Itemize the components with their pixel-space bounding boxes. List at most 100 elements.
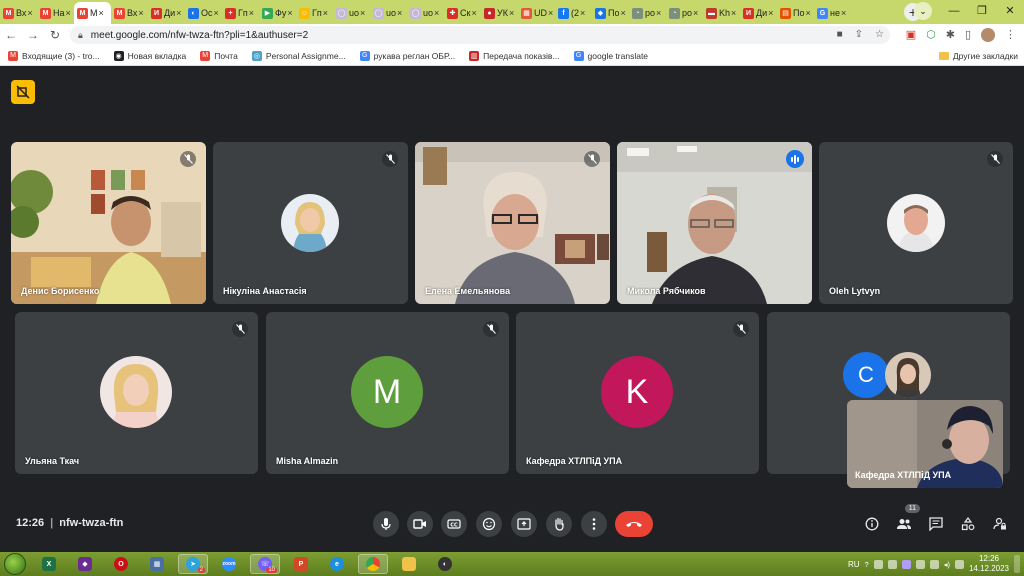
browser-tab[interactable]: И Ди × bbox=[740, 2, 777, 24]
raise-hand-button[interactable] bbox=[546, 511, 572, 537]
tab-close-icon[interactable]: × bbox=[323, 8, 328, 18]
taskbar-explorer-icon[interactable] bbox=[394, 554, 424, 574]
taskbar-powerpoint-icon[interactable]: P bbox=[286, 554, 316, 574]
browser-tab[interactable]: ◆ По × bbox=[592, 2, 629, 24]
bookmark-star-icon[interactable]: ☆ bbox=[875, 26, 884, 44]
tab-close-icon[interactable]: × bbox=[434, 8, 439, 18]
tab-close-icon[interactable]: × bbox=[138, 8, 143, 18]
microphone-button[interactable] bbox=[373, 511, 399, 537]
tab-close-icon[interactable]: × bbox=[471, 8, 476, 18]
start-button[interactable] bbox=[4, 553, 26, 575]
tab-close-icon[interactable]: × bbox=[548, 8, 553, 18]
volume-icon[interactable]: ◂) bbox=[944, 560, 950, 569]
tab-close-icon[interactable]: × bbox=[656, 8, 661, 18]
browser-tab[interactable]: ▤ По × bbox=[777, 2, 814, 24]
more-options-button[interactable] bbox=[581, 511, 607, 537]
other-bookmarks[interactable]: Другие закладки bbox=[938, 46, 1018, 66]
extension-green-icon[interactable]: ⬡ bbox=[926, 26, 936, 44]
browser-tab[interactable]: ▶ Фу × bbox=[259, 2, 296, 24]
meeting-info-button[interactable] bbox=[862, 514, 882, 534]
present-screen-button[interactable] bbox=[511, 511, 537, 537]
browser-tab[interactable]: ◯ uo × bbox=[333, 2, 370, 24]
tab-close-icon[interactable]: × bbox=[360, 8, 365, 18]
share-icon[interactable]: ⇪ bbox=[855, 26, 863, 44]
chat-button[interactable] bbox=[926, 514, 946, 534]
self-view[interactable]: Кафедра ХТЛПіД УПА bbox=[847, 400, 1003, 488]
bookmark-item[interactable]: M Почта bbox=[200, 50, 238, 61]
tab-close-icon[interactable]: × bbox=[397, 8, 402, 18]
tab-close-icon[interactable]: × bbox=[580, 8, 585, 18]
input-language[interactable]: RU bbox=[848, 560, 860, 569]
tray-app-icon[interactable] bbox=[873, 559, 883, 569]
taskbar-zoom-icon[interactable]: zoom bbox=[214, 554, 244, 574]
tab-close-icon[interactable]: × bbox=[66, 8, 71, 18]
browser-tab[interactable]: + Гп × bbox=[222, 2, 259, 24]
help-icon[interactable]: ? bbox=[865, 560, 869, 569]
taskbar-telegram-icon[interactable]: ➤ 2 bbox=[178, 554, 208, 574]
taskbar-calculator-icon[interactable]: ▦ bbox=[142, 554, 172, 574]
browser-tab[interactable]: И Ди × bbox=[148, 2, 185, 24]
tray-viber-icon[interactable] bbox=[901, 559, 911, 569]
browser-tab[interactable]: ☺ Гп × bbox=[296, 2, 333, 24]
browser-tab[interactable]: ◔ ро × bbox=[629, 2, 666, 24]
activities-button[interactable] bbox=[958, 514, 978, 534]
bookmark-item[interactable]: M Входящие (3) - tro... bbox=[8, 50, 100, 61]
tab-close-icon[interactable]: × bbox=[99, 8, 104, 18]
tab-close-icon[interactable]: × bbox=[620, 8, 625, 18]
participant-tile[interactable]: Елена Емельянова bbox=[415, 142, 610, 304]
side-panel-icon[interactable]: ▯ bbox=[965, 26, 971, 44]
restore-icon[interactable]: ❐ bbox=[968, 0, 996, 22]
taskbar-excel-icon[interactable]: X bbox=[34, 554, 64, 574]
browser-tab[interactable]: M Вх × bbox=[0, 2, 37, 24]
tab-close-icon[interactable]: × bbox=[509, 8, 514, 18]
taskbar-app-icon[interactable]: ◐ bbox=[430, 554, 460, 574]
leave-call-button[interactable] bbox=[615, 511, 653, 537]
participant-tile[interactable]: M Misha Almazin bbox=[266, 312, 509, 474]
forward-icon[interactable]: → bbox=[22, 28, 44, 42]
tab-close-icon[interactable]: × bbox=[176, 8, 181, 18]
tab-close-icon[interactable]: × bbox=[287, 8, 292, 18]
tray-app-icon[interactable] bbox=[915, 559, 925, 569]
reactions-button[interactable] bbox=[476, 511, 502, 537]
participant-tile[interactable]: Денис Борисенко bbox=[11, 142, 206, 304]
address-bar[interactable]: 🔒︎ meet.google.com/nfw-twza-ftn?pli=1&au… bbox=[70, 26, 890, 44]
browser-tab[interactable]: Gне × bbox=[814, 2, 851, 24]
tab-close-icon[interactable]: × bbox=[214, 8, 219, 18]
browser-tab[interactable]: ◯ uo × bbox=[407, 2, 444, 24]
show-desktop-icon[interactable] bbox=[1014, 555, 1020, 573]
browser-tab[interactable]: ▬ Kh × bbox=[703, 2, 740, 24]
taskbar-chrome-icon[interactable] bbox=[358, 554, 388, 574]
extensions-puzzle-icon[interactable]: ✱ bbox=[946, 26, 955, 44]
bookmark-item[interactable]: ◎ Personal Assignme... bbox=[251, 50, 346, 61]
browser-tab[interactable]: ● УК × bbox=[481, 2, 518, 24]
taskbar-viber-icon[interactable]: ☏ 10 bbox=[250, 554, 280, 574]
profile-avatar[interactable] bbox=[981, 28, 995, 42]
lock-icon[interactable]: 🔒︎ bbox=[78, 30, 83, 41]
camera-indicator-icon[interactable]: ■ bbox=[837, 26, 843, 44]
tab-close-icon[interactable]: × bbox=[693, 8, 698, 18]
menu-dots-icon[interactable]: ⋮ bbox=[1005, 26, 1016, 44]
browser-tab[interactable]: ◐ Ос × bbox=[185, 2, 222, 24]
browser-tab[interactable]: f (2 × bbox=[555, 2, 592, 24]
bookmark-item[interactable]: ◉ Новая вкладка bbox=[113, 50, 186, 61]
participant-tile[interactable]: Нікуліна Анастасія bbox=[213, 142, 408, 304]
tab-close-icon[interactable]: × bbox=[841, 8, 846, 18]
browser-tab[interactable]: ◔ ро × bbox=[666, 2, 703, 24]
bookmark-item[interactable]: Ggoogle translate bbox=[573, 50, 648, 61]
bookmark-item[interactable]: Gрукава реглан ОБР... bbox=[359, 50, 455, 61]
extension-red-icon[interactable]: ▣ bbox=[906, 26, 916, 44]
participant-tile[interactable]: Oleh Lytvyn bbox=[819, 142, 1013, 304]
camera-button[interactable] bbox=[407, 511, 433, 537]
tab-close-icon[interactable]: × bbox=[731, 8, 736, 18]
taskbar-opera-icon[interactable]: O bbox=[106, 554, 136, 574]
captions-button[interactable]: CC bbox=[441, 511, 467, 537]
tab-close-icon[interactable]: × bbox=[249, 8, 254, 18]
browser-tab[interactable]: M Вх × bbox=[111, 2, 148, 24]
system-clock[interactable]: 12:26 14.12.2023 bbox=[969, 554, 1009, 574]
tab-close-icon[interactable]: × bbox=[27, 8, 32, 18]
tray-network-icon[interactable] bbox=[929, 559, 939, 569]
close-window-icon[interactable]: ✕ bbox=[996, 0, 1024, 22]
browser-tab[interactable]: ✚ Ск × bbox=[444, 2, 481, 24]
people-button[interactable]: 11 bbox=[894, 504, 920, 534]
taskbar-visual-studio-icon[interactable]: ◆ bbox=[70, 554, 100, 574]
